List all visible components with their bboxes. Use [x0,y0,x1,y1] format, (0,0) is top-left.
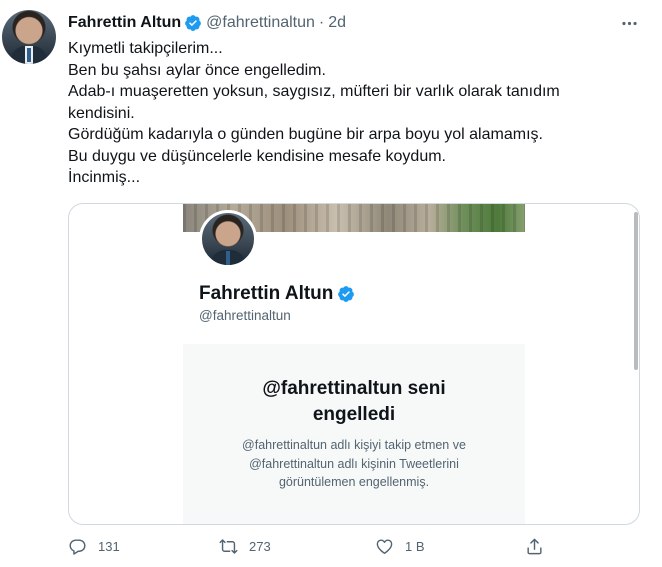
verified-badge-icon [185,15,202,31]
like-button[interactable]: 1 B [375,537,425,556]
profile-name-text: Fahrettin Altun [199,283,334,304]
tweet-text-line: Bu duygu ve düşüncelerle kendisine mesaf… [68,147,446,165]
tweet-text-line: Ben bu şahsı aylar önce engelledim. [68,61,326,79]
block-title-line: @fahrettinaltun seni [262,378,446,399]
block-desc-line: @fahrettinaltun adlı kişinin Tweetlerini [249,456,459,471]
reply-count: 131 [98,539,120,554]
scrollbar [634,212,638,370]
attached-image[interactable]: Fahrettin Altun @fahrettinaltun @fahrett… [68,203,640,525]
tweet-actions: 131 273 1 B [68,537,628,559]
retweet-button[interactable]: 273 [219,537,271,556]
author-handle[interactable]: @fahrettinaltun [206,14,315,32]
retweet-icon [219,539,238,554]
screenshot-content: Fahrettin Altun @fahrettinaltun @fahrett… [183,204,525,524]
profile-name: Fahrettin Altun [199,283,355,305]
profile-avatar [199,210,257,268]
heart-icon [376,539,393,554]
tweet-text-line: Adab-ı muaşeretten yoksun, saygısız, müf… [68,83,560,100]
separator-dot: · [318,14,325,31]
tweet-text-line: Kıymetli takipçilerim... [68,40,223,57]
tweet-text: Kıymetli takipçilerim... Ben bu şahsı ay… [68,38,628,189]
reply-button[interactable]: 131 [68,537,120,556]
share-button[interactable] [525,537,544,556]
avatar-tie [226,251,230,265]
tweet-header: Fahrettin Altun @fahrettinaltun · 2d [68,12,346,34]
block-notice: @fahrettinaltun seni engelledi @fahretti… [183,344,525,524]
profile-handle: @fahrettinaltun [199,308,291,323]
block-title-line: engelledi [312,404,396,425]
tweet-text-line: Gördüğüm kadarıyla o günden bugüne bir a… [68,126,543,143]
retweet-count: 273 [249,539,271,554]
share-icon [527,538,542,555]
block-description: @fahrettinaltun adlı kişiyi takip etmen … [183,436,525,492]
block-title: @fahrettinaltun seni engelledi [183,376,525,428]
tweet-text-line: İncinmiş... [68,169,141,186]
more-icon[interactable] [616,10,642,36]
block-desc-line: @fahrettinaltun adlı kişiyi takip etmen … [242,438,466,452]
avatar-tie [27,48,31,62]
block-desc-line: görüntülemen engellenmiş. [278,475,430,489]
author-name[interactable]: Fahrettin Altun [68,14,181,32]
verified-badge-icon [338,286,355,302]
tweet[interactable]: Fahrettin Altun @fahrettinaltun · 2d Kıy… [0,0,662,567]
like-count: 1 B [405,539,425,554]
tweet-timestamp[interactable]: 2d [328,14,346,32]
avatar[interactable] [2,10,56,64]
tweet-text-line: kendisini. [68,104,135,122]
reply-icon [69,539,86,555]
